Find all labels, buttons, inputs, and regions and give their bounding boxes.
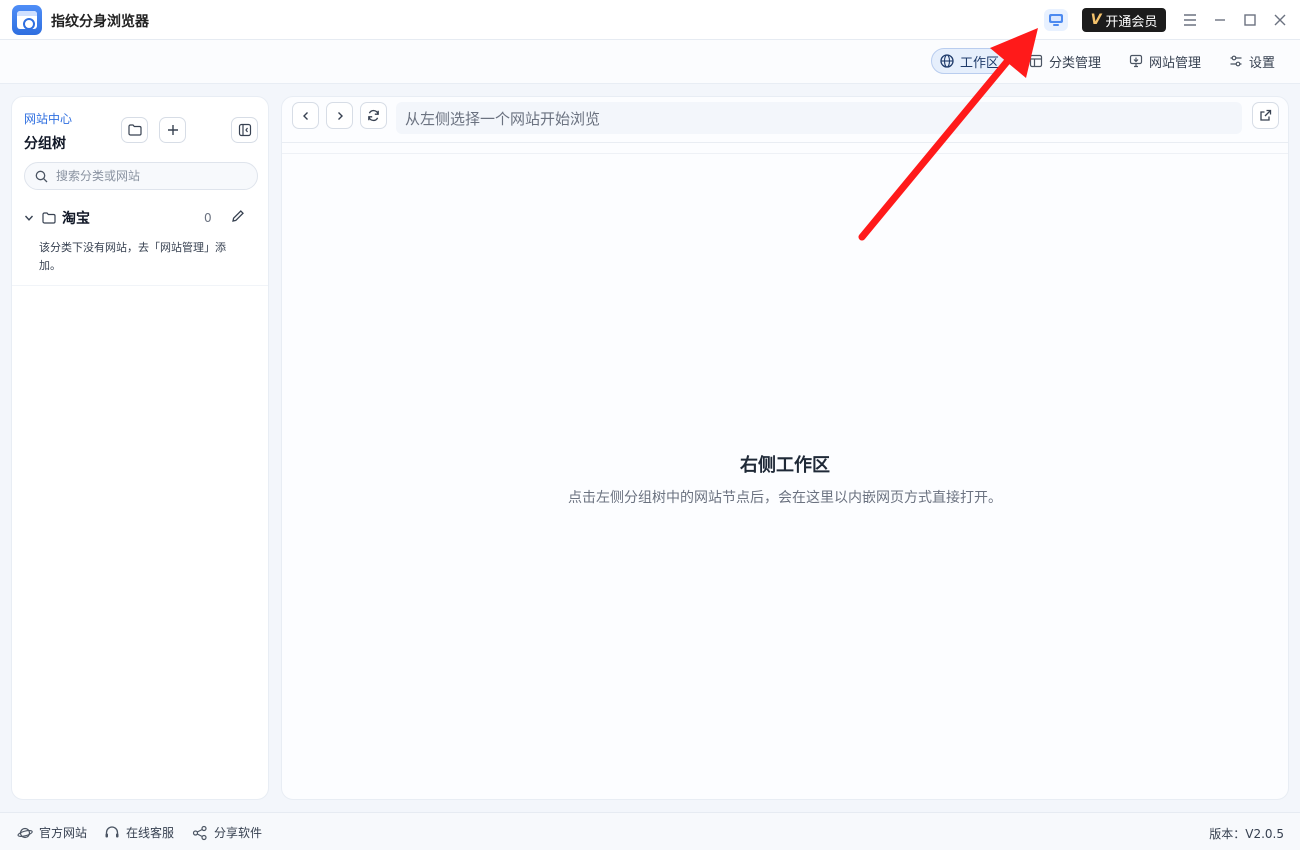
sidebar-title: 分组树 <box>24 136 66 152</box>
empty-state-title: 右侧工作区 <box>740 455 830 476</box>
plus-icon <box>167 125 178 135</box>
collapse-sidebar-button[interactable] <box>231 117 258 143</box>
add-button[interactable] <box>159 117 186 143</box>
footer: 官方网站 在线客服 分享软件 版本：V2.0.5 <box>0 812 1300 850</box>
toolbar-divider <box>282 142 1288 143</box>
search-input[interactable] <box>56 169 246 183</box>
refresh-button[interactable] <box>360 102 387 129</box>
divider <box>12 285 268 286</box>
headset-icon <box>105 825 119 837</box>
search-field[interactable] <box>24 162 258 190</box>
url-bar[interactable]: 从左侧选择一个网站开始浏览 <box>396 102 1242 134</box>
tab-site-management[interactable]: 网站管理 <box>1121 48 1209 74</box>
online-support-label: 在线客服 <box>126 826 175 840</box>
hamburger-icon <box>1184 14 1196 26</box>
vip-button[interactable]: V 开通会员 <box>1082 8 1166 32</box>
minimize-icon <box>1215 19 1225 21</box>
chevron-right-icon <box>337 111 343 120</box>
sidebar-subtitle: 网站中心 <box>24 112 73 126</box>
empty-state-description: 点击左侧分组树中的网站节点后，会在这里以内嵌网页方式直接打开。 <box>568 490 1002 506</box>
app-logo-icon <box>12 5 42 35</box>
tab-workspace-label: 工作区 <box>960 55 1000 71</box>
planet-icon <box>17 827 33 838</box>
official-site-label: 官方网站 <box>39 826 88 840</box>
vip-label: 开通会员 <box>1105 14 1158 30</box>
tab-workspace[interactable]: 工作区 <box>931 48 1009 74</box>
official-site-link[interactable]: 官方网站 <box>17 824 87 841</box>
search-icon <box>35 170 48 182</box>
monitor-icon <box>1049 14 1063 26</box>
monitor-icon <box>1129 54 1143 68</box>
globe-icon <box>940 54 954 68</box>
share-icon <box>192 825 207 840</box>
share-software-label: 分享软件 <box>214 826 263 840</box>
workspace-panel: 从左侧选择一个网站开始浏览 右侧工作区 点击左侧分组树中的网站节点后，会在这里以… <box>281 96 1289 800</box>
version-label: 版本：V2.0.5 <box>1209 827 1284 841</box>
external-link-icon <box>1260 109 1272 121</box>
forward-button[interactable] <box>326 102 353 129</box>
back-button[interactable] <box>292 102 319 129</box>
minimize-button[interactable] <box>1210 10 1230 30</box>
remote-desktop-button[interactable] <box>1044 9 1068 31</box>
open-external-button[interactable] <box>1252 102 1279 129</box>
online-support-link[interactable]: 在线客服 <box>104 824 174 841</box>
close-button[interactable] <box>1270 10 1290 30</box>
tree-category-row[interactable]: 淘宝 0 <box>24 207 258 229</box>
chevron-down-icon[interactable] <box>24 213 34 223</box>
refresh-icon <box>368 109 379 122</box>
add-folder-button[interactable] <box>121 117 148 143</box>
collapse-panel-icon <box>238 123 251 137</box>
menu-button[interactable] <box>1180 10 1200 30</box>
tab-site-label: 网站管理 <box>1149 55 1202 71</box>
maximize-icon <box>1244 14 1256 26</box>
tab-category-label: 分类管理 <box>1049 55 1102 71</box>
maximize-button[interactable] <box>1240 10 1260 30</box>
share-software-link[interactable]: 分享软件 <box>192 824 262 841</box>
tab-category-management[interactable]: 分类管理 <box>1021 48 1109 74</box>
sliders-icon <box>1230 55 1242 67</box>
close-icon <box>1274 14 1286 26</box>
category-count: 0 <box>204 211 212 225</box>
title-bar: 指纹分身浏览器 V 开通会员 <box>0 0 1300 40</box>
vip-icon: V <box>1090 12 1102 28</box>
empty-category-hint: 该分类下没有网站，去「网站管理」添加。 <box>39 241 226 272</box>
tab-settings[interactable]: 设置 <box>1221 48 1283 74</box>
sidebar: 网站中心 分组树 淘宝 0 该分类 <box>11 96 269 800</box>
chevron-left-icon <box>302 111 308 120</box>
category-name: 淘宝 <box>62 211 90 227</box>
content-divider <box>282 153 1288 154</box>
app-title: 指纹分身浏览器 <box>51 14 149 30</box>
top-nav: 工作区 分类管理 网站管理 设置 <box>0 40 1300 84</box>
pencil-icon[interactable] <box>231 209 245 223</box>
folder-icon <box>127 124 142 136</box>
layout-icon <box>1029 54 1043 68</box>
tab-settings-label: 设置 <box>1249 55 1276 71</box>
folder-icon <box>42 212 56 224</box>
url-placeholder: 从左侧选择一个网站开始浏览 <box>405 109 601 128</box>
